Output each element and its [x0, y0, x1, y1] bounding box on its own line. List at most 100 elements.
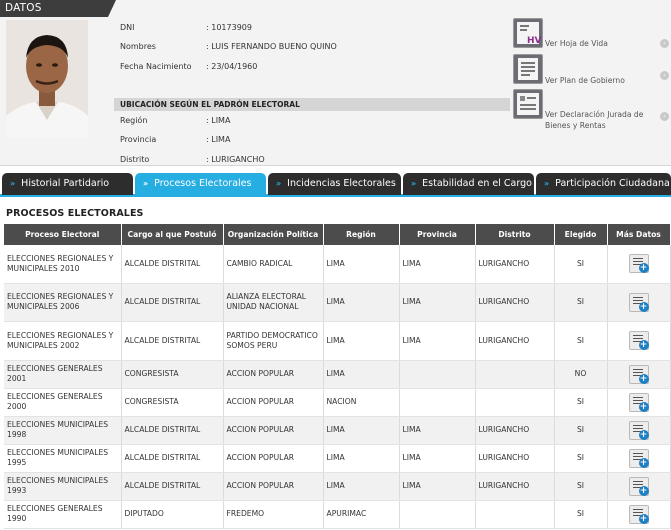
- nombres-row: Nombres : LUIS FERNANDO BUENO QUINO: [114, 39, 510, 55]
- table-cell: LIMA: [399, 245, 476, 284]
- tab-bar: » Historial Partidario » Procesos Electora…: [0, 172, 671, 197]
- table-cell: LURIGANCHO: [475, 283, 555, 322]
- table-cell: ELECCIONES MUNICIPALES 1993: [4, 472, 122, 501]
- table-cell: ACCION POPULAR: [223, 360, 324, 389]
- double-chevron-icon: »: [544, 179, 550, 188]
- double-chevron-icon: »: [10, 179, 16, 188]
- document-lines-icon: [632, 368, 643, 370]
- dni-value: : 10173909: [206, 23, 252, 32]
- table-cell: NACION: [323, 388, 400, 417]
- procesos-electorales-title: PROCESOS ELECTORALES: [6, 208, 144, 219]
- table-cell: SI: [554, 245, 608, 284]
- table-row: ELECCIONES REGIONALES Y MUNICIPALES 2006…: [4, 283, 671, 322]
- mas-datos-cell: +: [607, 472, 671, 501]
- table-cell: APURIMAC: [323, 500, 400, 529]
- table-cell: SI: [554, 444, 608, 473]
- table-cell: LURIGANCHO: [475, 321, 555, 361]
- document-lines-icon: [632, 396, 643, 398]
- table-cell: LIMA: [399, 444, 476, 473]
- procesos-electorales-table: Proceso Electoral Cargo al que Postuló O…: [4, 224, 671, 529]
- table-cell: ALCALDE DISTRITAL: [121, 472, 224, 501]
- mas-datos-button[interactable]: +: [628, 331, 649, 350]
- table-cell: ELECCIONES GENERALES 2001: [4, 360, 122, 389]
- mas-datos-button[interactable]: +: [628, 254, 649, 274]
- table-cell: PARTIDO DEMOCRATICO SOMOS PERU: [223, 321, 324, 361]
- table-cell: SI: [554, 500, 608, 529]
- table-cell: ACCION POPULAR: [223, 444, 324, 473]
- table-cell: CONGRESISTA: [121, 360, 224, 389]
- plus-icon: +: [638, 263, 649, 274]
- document-lines-icon: [632, 452, 643, 454]
- mas-datos-cell: +: [607, 444, 671, 473]
- ver-plan-de-gobierno-label: Ver Plan de Gobierno: [545, 76, 625, 85]
- mas-datos-button[interactable]: +: [628, 292, 649, 312]
- plus-icon: +: [638, 485, 649, 496]
- plus-icon: +: [638, 373, 649, 384]
- table-cell: ELECCIONES REGIONALES Y MUNICIPALES 2002: [4, 321, 122, 361]
- tab-historial-partidario[interactable]: » Historial Partidario: [2, 173, 133, 195]
- table-cell: CONGRESISTA: [121, 388, 224, 417]
- mas-datos-cell: +: [607, 360, 671, 389]
- column-header: Más Datos: [607, 224, 671, 245]
- mas-datos-button[interactable]: +: [628, 364, 649, 384]
- table-cell: LIMA: [323, 416, 400, 445]
- svg-text:HV: HV: [527, 36, 542, 46]
- mas-datos-cell: +: [607, 500, 671, 529]
- table-cell: ELECCIONES MUNICIPALES 1995: [4, 444, 122, 473]
- table-cell: ELECCIONES REGIONALES Y MUNICIPALES 2006: [4, 283, 122, 322]
- table-cell: LIMA: [323, 444, 400, 473]
- tab-label: Estabilidad en el Cargo: [422, 178, 532, 189]
- table-cell: ACCION POPULAR: [223, 388, 324, 417]
- mas-datos-button[interactable]: +: [628, 504, 649, 524]
- region-row: Región : LIMA: [114, 113, 510, 129]
- distrito-row: Distrito : LURIGANCHO: [114, 152, 510, 168]
- plus-icon: +: [638, 401, 649, 412]
- tab-estabilidad-en-el-cargo[interactable]: » Estabilidad en el Cargo: [403, 173, 534, 195]
- table-cell: [399, 388, 476, 417]
- mas-datos-button[interactable]: +: [628, 420, 649, 440]
- column-header: Distrito: [475, 224, 555, 245]
- document-lines-icon: [632, 508, 643, 510]
- column-header: Cargo al que Postuló: [121, 224, 224, 245]
- mas-datos-button[interactable]: +: [628, 392, 649, 412]
- table-cell: ALCALDE DISTRITAL: [121, 283, 224, 322]
- section-header-datos-generales: DATOS GENERALES: [0, 0, 116, 31]
- fecha-nacimiento-value: : 23/04/1960: [206, 62, 258, 71]
- table-row: ELECCIONES REGIONALES Y MUNICIPALES 2002…: [4, 321, 671, 361]
- table-cell: LIMA: [399, 321, 476, 361]
- mas-datos-button[interactable]: +: [628, 448, 649, 468]
- table-row: ELECCIONES GENERALES 1990 DIPUTADO FREDEMO…: [4, 500, 671, 529]
- mas-datos-cell: +: [607, 416, 671, 445]
- table-cell: SI: [554, 416, 608, 445]
- table-cell: ELECCIONES REGIONALES Y MUNICIPALES 2010: [4, 245, 122, 284]
- plan-gobierno-icon: [513, 54, 543, 84]
- table-cell: CAMBIO RADICAL: [223, 245, 324, 284]
- provincia-value: : LIMA: [206, 135, 231, 144]
- table-cell: ALCALDE DISTRITAL: [121, 321, 224, 361]
- fecha-nacimiento-label: Fecha Nacimiento: [120, 62, 192, 71]
- nombres-value: : LUIS FERNANDO BUENO QUINO: [206, 42, 337, 51]
- declaracion-jurada-icon: [513, 89, 543, 119]
- document-lines-icon: [632, 424, 643, 426]
- tab-incidencias-electorales[interactable]: » Incidencias Electorales: [268, 173, 401, 195]
- tab-participacion-ciudadana[interactable]: » Participación Ciudadana: [536, 173, 671, 195]
- table-cell: LURIGANCHO: [475, 416, 555, 445]
- table-cell: [475, 388, 555, 417]
- double-chevron-icon: »: [411, 179, 417, 188]
- mas-datos-cell: +: [607, 321, 671, 361]
- column-header: Elegido: [554, 224, 608, 245]
- fecha-nacimiento-row: Fecha Nacimiento : 23/04/1960: [114, 59, 510, 75]
- datos-generales-panel: DATOS GENERALES DNI : 10173909 Nombres :…: [0, 0, 671, 166]
- chevron-right-icon: ›: [660, 112, 669, 121]
- document-lines-icon: [632, 258, 643, 260]
- table-cell: LIMA: [323, 472, 400, 501]
- table-cell: SI: [554, 388, 608, 417]
- table-cell: SI: [554, 472, 608, 501]
- tab-procesos-electorales[interactable]: » Procesos Electorales: [135, 173, 266, 195]
- document-lines-icon: [632, 296, 643, 298]
- table-row: ELECCIONES MUNICIPALES 1998 ALCALDE DISTR…: [4, 416, 671, 445]
- table-row: ELECCIONES GENERALES 2001 CONGRESISTA ACCI…: [4, 360, 671, 389]
- mas-datos-cell: +: [607, 245, 671, 284]
- mas-datos-button[interactable]: +: [628, 476, 649, 496]
- table-cell: LIMA: [323, 283, 400, 322]
